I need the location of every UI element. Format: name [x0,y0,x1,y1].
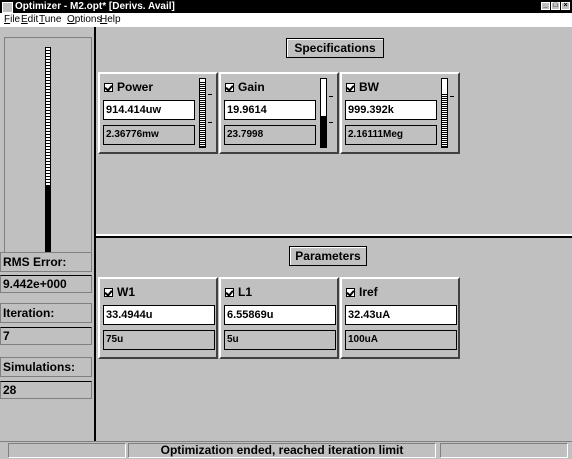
param-checkbox-l1[interactable] [225,288,234,297]
status-bar: Optimization ended, reached iteration li… [0,441,572,459]
spec-target-field[interactable]: 2.16111Meg [345,125,437,145]
rms-error-label: RMS Error: [0,252,92,272]
param-name: L1 [238,285,253,299]
spec-target-field[interactable]: 2.36776mw [103,125,195,145]
menu-tune[interactable]: Tune [39,13,61,27]
spec-value-field[interactable]: 999.392k [345,100,437,120]
title-bar: Optimizer - M2.opt* [Derivs. Avail] _ □ … [0,0,572,13]
param-header: L1 [225,285,252,299]
iteration-label: Iteration: [0,303,92,323]
spec-name: Gain [238,80,265,94]
param-value-field[interactable]: 32.43uA [345,305,457,325]
spec-gauge [441,78,448,148]
spec-header: Gain [225,80,265,94]
spec-checkbox-bw[interactable] [346,83,355,92]
spec-value-field[interactable]: 19.9614 [224,100,316,120]
menu-file[interactable]: File [4,13,20,27]
param-limit-field[interactable]: 75u [103,330,215,350]
spec-gauge [199,78,206,148]
spec-name: BW [359,80,379,94]
parameters-title: Parameters [289,246,367,266]
menu-options[interactable]: Options [67,13,101,27]
close-icon[interactable]: × [561,2,570,10]
param-limit-field[interactable]: 100uA [345,330,457,350]
param-header: W1 [104,285,135,299]
param-value-field[interactable]: 6.55869u [224,305,336,325]
param-card-w1: W1 33.4944u 75u [98,277,218,359]
rms-error-value: 9.442e+000 [0,275,92,293]
minimize-icon[interactable]: _ [541,2,550,10]
menu-edit[interactable]: Edit [21,13,38,27]
param-card-iref: Iref 32.43uA 100uA [340,277,460,359]
param-checkbox-iref[interactable] [346,288,355,297]
left-panel: RMS Error: 9.442e+000 Iteration: 7 Simul… [0,27,96,441]
spec-card-bw: BW 999.392k 2.16111Meg [340,72,460,154]
progress-meter [45,47,51,265]
spec-target-field[interactable]: 23.7998 [224,125,316,145]
param-limit-field[interactable]: 5u [224,330,336,350]
specifications-title: Specifications [286,38,384,58]
spec-checkbox-power[interactable] [104,83,113,92]
param-card-l1: L1 6.55869u 5u [219,277,339,359]
status-message: Optimization ended, reached iteration li… [128,443,436,458]
param-header: Iref [346,285,378,299]
spec-checkbox-gain[interactable] [225,83,234,92]
spec-name: Power [117,80,154,94]
simulations-value: 28 [0,381,92,399]
menu-help[interactable]: Help [100,13,121,27]
param-name: W1 [117,285,135,299]
window-title: Optimizer - M2.opt* [Derivs. Avail] [15,1,175,12]
parameters-pane: Parameters W1 33.4944u 75u L1 6.55869u 5… [96,236,572,441]
spec-header: BW [346,80,379,94]
spec-card-gain: Gain 19.9614 23.7998 [219,72,339,154]
spec-card-power: Power 914.414uw 2.36776mw [98,72,218,154]
param-checkbox-w1[interactable] [104,288,113,297]
spec-value-field[interactable]: 914.414uw [103,100,195,120]
window-controls: _ □ × [541,2,570,10]
maximize-icon[interactable]: □ [551,2,560,10]
specifications-pane: Specifications Power 914.414uw 2.36776mw… [96,27,572,236]
param-name: Iref [359,285,378,299]
menu-bar: File Edit Tune Options Help [0,13,572,27]
simulations-label: Simulations: [0,357,92,377]
iteration-value: 7 [0,327,92,345]
spec-gauge [320,78,327,148]
app-icon[interactable] [2,2,13,13]
spec-header: Power [104,80,153,94]
param-value-field[interactable]: 33.4944u [103,305,215,325]
